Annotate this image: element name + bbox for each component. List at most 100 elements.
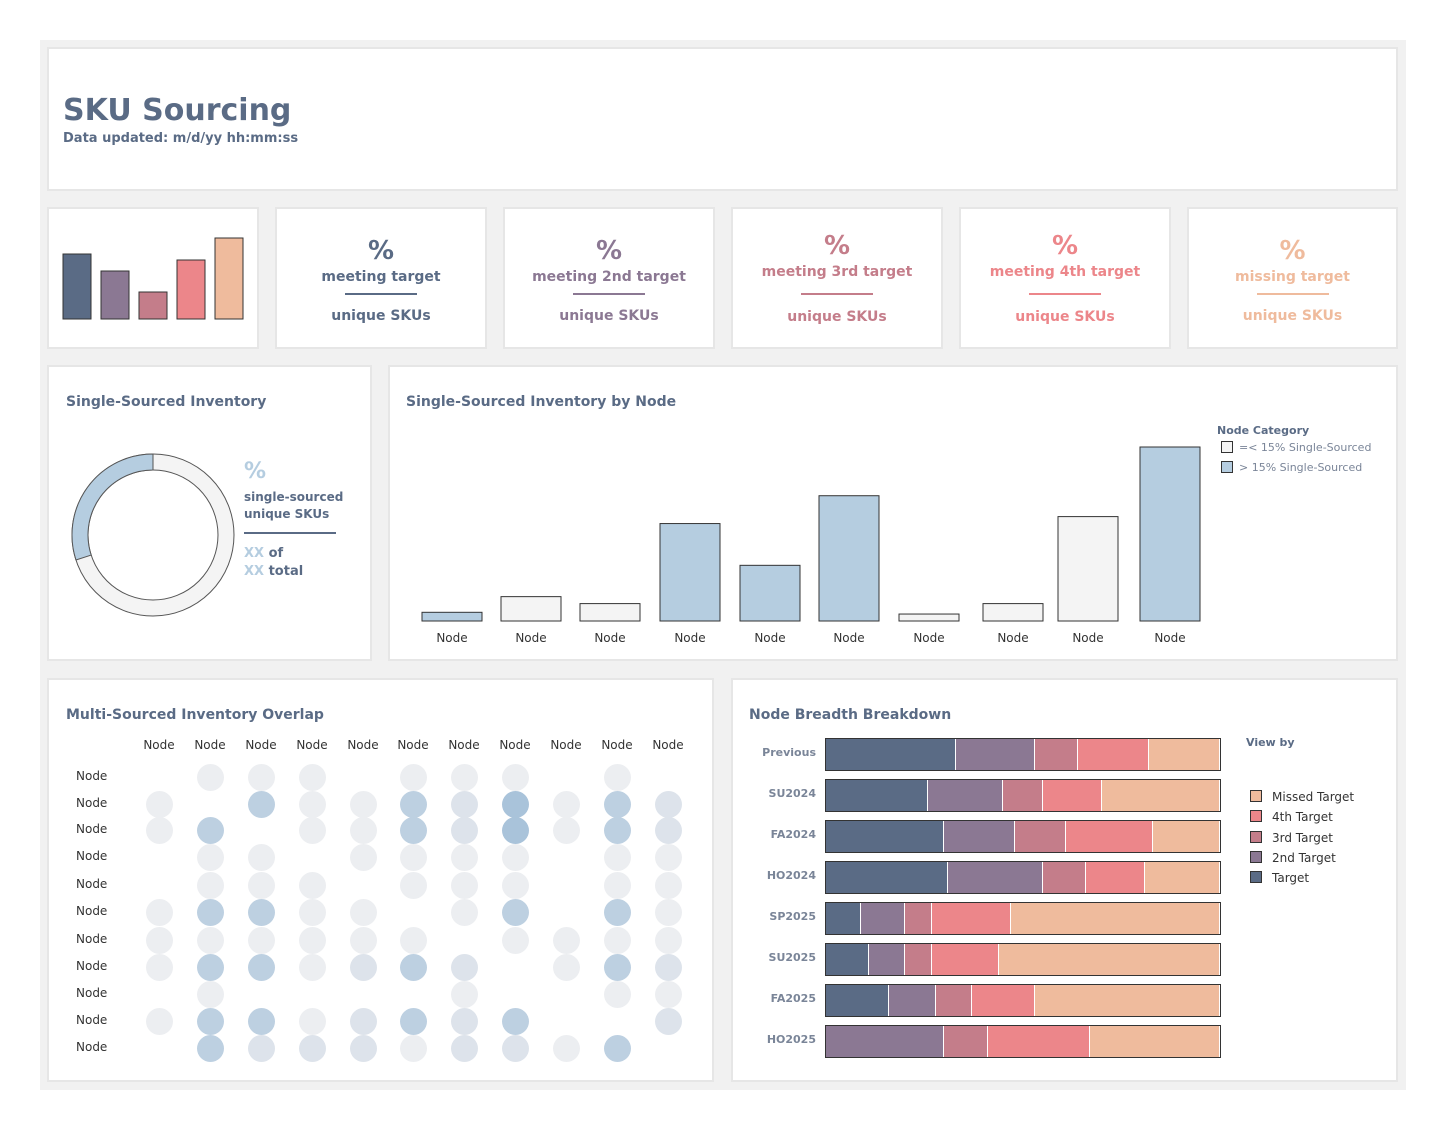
breadth-segment-missed-target[interactable] xyxy=(1011,903,1220,934)
overlap-cell[interactable] xyxy=(197,899,224,926)
overlap-cell[interactable] xyxy=(400,817,427,844)
overlap-cell[interactable] xyxy=(502,899,529,926)
overlap-cell[interactable] xyxy=(655,844,682,871)
overlap-cell[interactable] xyxy=(197,981,224,1008)
mini-bar-1[interactable] xyxy=(62,253,92,320)
overlap-cell[interactable] xyxy=(451,954,478,981)
overlap-cell[interactable] xyxy=(451,899,478,926)
overlap-cell[interactable] xyxy=(197,1008,224,1035)
breadth-segment-3rd-target[interactable] xyxy=(1034,739,1079,770)
breadth-segment-4th-target[interactable] xyxy=(987,1026,1090,1057)
kpi-card-4[interactable]: % meeting 4th target unique SKUs xyxy=(959,207,1171,349)
overlap-cell[interactable] xyxy=(502,872,529,899)
breadth-legend-item[interactable]: 3rd Target xyxy=(1250,831,1333,845)
overlap-cell[interactable] xyxy=(248,791,275,818)
breadth-segment-2nd-target[interactable] xyxy=(944,821,1016,852)
overlap-cell[interactable] xyxy=(502,791,529,818)
overlap-cell[interactable] xyxy=(553,1035,580,1062)
overlap-cell[interactable] xyxy=(248,954,275,981)
breadth-segment-3rd-target[interactable] xyxy=(944,1026,988,1057)
overlap-cell[interactable] xyxy=(553,927,580,954)
overlap-cell[interactable] xyxy=(350,817,377,844)
overlap-cell[interactable] xyxy=(197,1035,224,1062)
overlap-cell[interactable] xyxy=(248,844,275,871)
overlap-cell[interactable] xyxy=(451,1035,478,1062)
breadth-segment-2nd-target[interactable] xyxy=(889,985,937,1016)
breadth-segment-target[interactable] xyxy=(826,985,890,1016)
kpi-card-5[interactable]: % missing target unique SKUs xyxy=(1187,207,1398,349)
overlap-cell[interactable] xyxy=(451,764,478,791)
breadth-segment-3rd-target[interactable] xyxy=(936,985,972,1016)
overlap-cell[interactable] xyxy=(604,981,631,1008)
overlap-cell[interactable] xyxy=(299,791,326,818)
overlap-cell[interactable] xyxy=(655,954,682,981)
overlap-cell[interactable] xyxy=(146,954,173,981)
overlap-cell[interactable] xyxy=(400,764,427,791)
overlap-cell[interactable] xyxy=(451,981,478,1008)
overlap-cell[interactable] xyxy=(604,764,631,791)
breadth-segment-missed-target[interactable] xyxy=(1149,739,1220,770)
overlap-cell[interactable] xyxy=(502,927,529,954)
breadth-segment-4th-target[interactable] xyxy=(971,985,1035,1016)
overlap-cell[interactable] xyxy=(350,1035,377,1062)
mini-bar-chart[interactable] xyxy=(49,209,257,347)
node-bar-4[interactable] xyxy=(659,523,721,622)
breadth-segment-4th-target[interactable] xyxy=(932,944,1000,975)
overlap-cell[interactable] xyxy=(604,872,631,899)
overlap-cell[interactable] xyxy=(655,791,682,818)
overlap-cell[interactable] xyxy=(299,764,326,791)
overlap-cell[interactable] xyxy=(146,791,173,818)
overlap-cell[interactable] xyxy=(299,872,326,899)
overlap-cell[interactable] xyxy=(451,872,478,899)
overlap-cell[interactable] xyxy=(400,927,427,954)
breadth-segment-missed-target[interactable] xyxy=(1101,780,1220,811)
breadth-segment-missed-target[interactable] xyxy=(999,944,1220,975)
overlap-cell[interactable] xyxy=(197,844,224,871)
node-bar-1[interactable] xyxy=(421,611,483,622)
overlap-cell[interactable] xyxy=(400,872,427,899)
breadth-bar[interactable] xyxy=(825,943,1221,976)
overlap-cell[interactable] xyxy=(553,817,580,844)
kpi-card-1[interactable]: % meeting target unique SKUs xyxy=(275,207,487,349)
breadth-segment-3rd-target[interactable] xyxy=(1003,780,1043,811)
breadth-segment-missed-target[interactable] xyxy=(1153,821,1220,852)
overlap-cell[interactable] xyxy=(350,899,377,926)
overlap-cell[interactable] xyxy=(553,791,580,818)
breadth-bar[interactable] xyxy=(825,861,1221,894)
overlap-cell[interactable] xyxy=(197,954,224,981)
overlap-cell[interactable] xyxy=(604,791,631,818)
overlap-cell[interactable] xyxy=(299,954,326,981)
breadth-segment-missed-target[interactable] xyxy=(1145,862,1220,893)
breadth-segment-4th-target[interactable] xyxy=(1066,821,1153,852)
overlap-cell[interactable] xyxy=(451,817,478,844)
overlap-cell[interactable] xyxy=(604,844,631,871)
breadth-segment-missed-target[interactable] xyxy=(1089,1026,1220,1057)
breadth-bar[interactable] xyxy=(825,738,1221,771)
overlap-cell[interactable] xyxy=(502,1035,529,1062)
overlap-cell[interactable] xyxy=(197,817,224,844)
donut-single-sourced-share[interactable] xyxy=(71,453,154,561)
by-node-bar-chart[interactable]: Node Node Node Node Node Node Node Node Node Node xyxy=(390,367,1210,657)
overlap-cell[interactable] xyxy=(400,1008,427,1035)
node-bar-10[interactable] xyxy=(1139,446,1201,622)
overlap-cell[interactable] xyxy=(451,1008,478,1035)
breadth-legend-item[interactable]: Missed Target xyxy=(1250,790,1354,804)
overlap-cell[interactable] xyxy=(502,764,529,791)
overlap-cell[interactable] xyxy=(655,1008,682,1035)
breadth-segment-4th-target[interactable] xyxy=(932,903,1012,934)
overlap-cell[interactable] xyxy=(655,872,682,899)
overlap-cell[interactable] xyxy=(299,1035,326,1062)
breadth-segment-4th-target[interactable] xyxy=(1078,739,1150,770)
overlap-cell[interactable] xyxy=(400,791,427,818)
legend-item-high[interactable]: > 15% Single-Sourced xyxy=(1221,461,1362,474)
overlap-cell[interactable] xyxy=(248,872,275,899)
node-bar-3[interactable] xyxy=(579,603,641,622)
breadth-segment-4th-target[interactable] xyxy=(1086,862,1146,893)
overlap-cell[interactable] xyxy=(197,872,224,899)
breadth-segment-target[interactable] xyxy=(826,780,929,811)
node-bar-2[interactable] xyxy=(500,596,562,622)
overlap-cell[interactable] xyxy=(248,1035,275,1062)
breadth-segment-4th-target[interactable] xyxy=(1042,780,1102,811)
overlap-cell[interactable] xyxy=(604,954,631,981)
node-bar-5[interactable] xyxy=(739,564,801,622)
